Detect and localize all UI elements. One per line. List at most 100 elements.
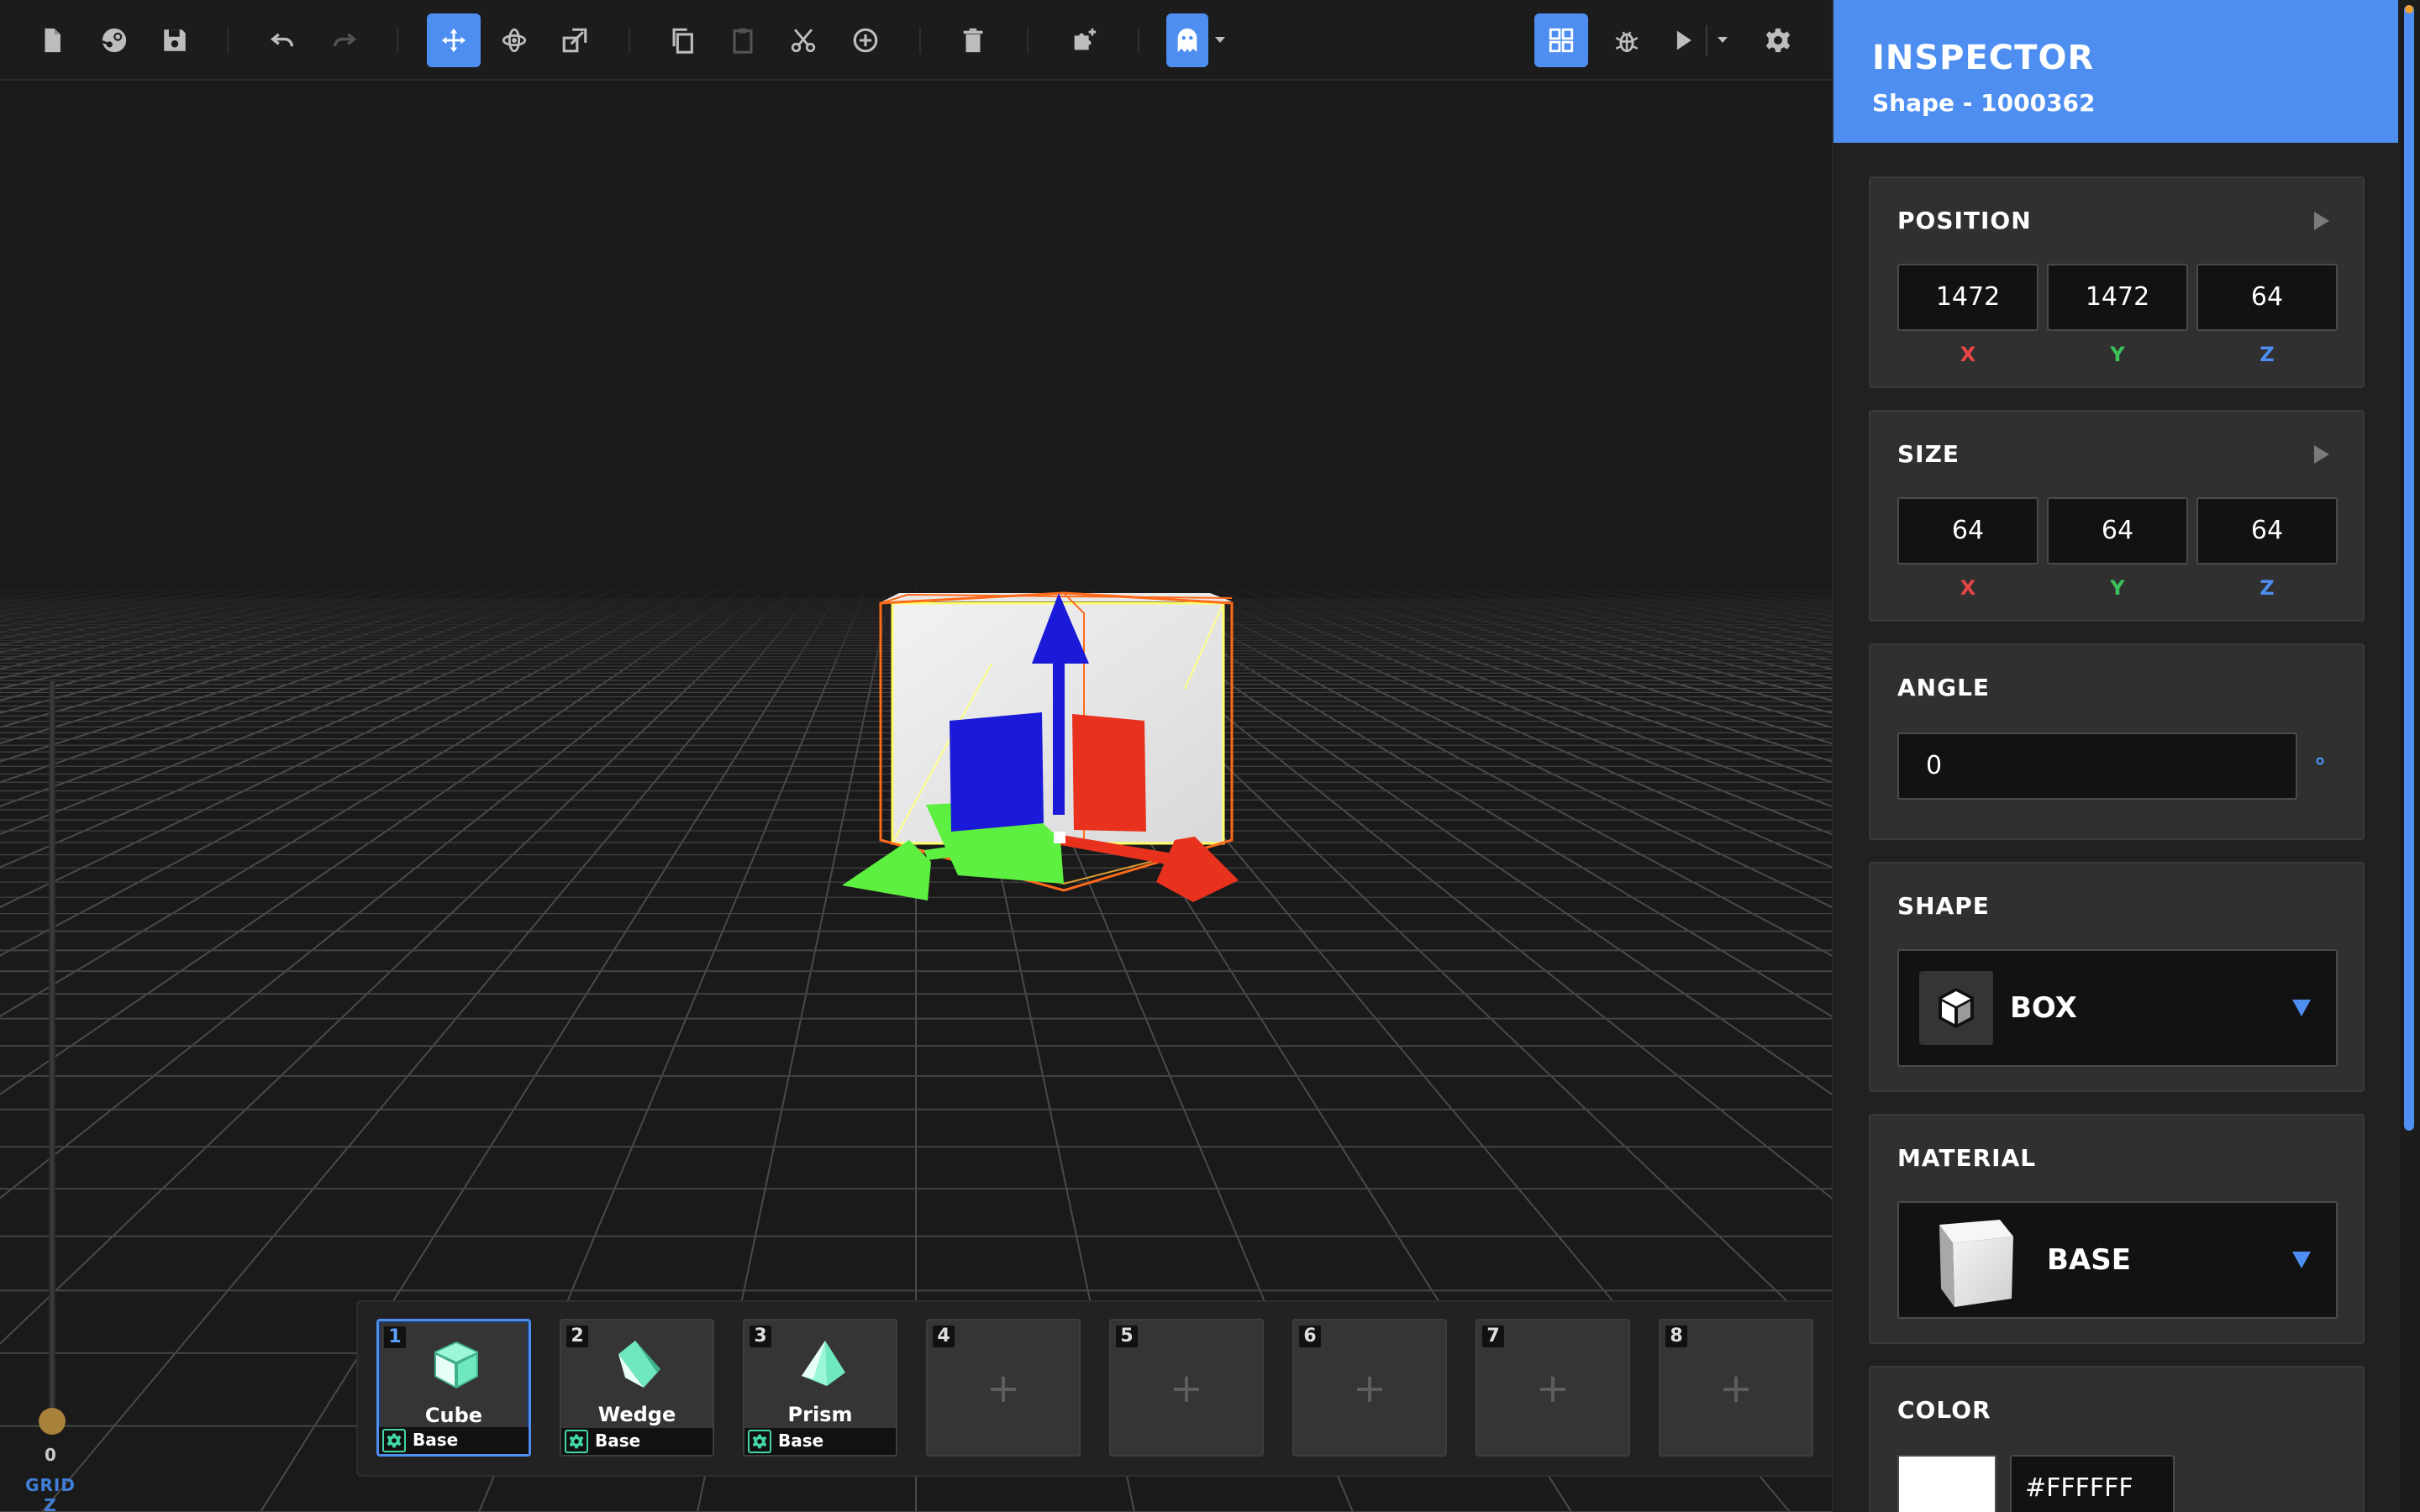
color-panel: COLOR #FFFFFF bbox=[1869, 1366, 2365, 1512]
shape-dropdown[interactable]: BOX bbox=[1897, 949, 2338, 1067]
angle-input[interactable]: 0 bbox=[1897, 732, 2297, 800]
gizmo-center[interactable] bbox=[1054, 832, 1065, 843]
scale-tool-button[interactable] bbox=[548, 13, 602, 67]
position-x-input[interactable]: 1472 bbox=[1897, 264, 2039, 331]
gizmo-axis-z-shaft[interactable] bbox=[1053, 655, 1065, 815]
hotbar-slot-empty[interactable]: 7 + bbox=[1476, 1319, 1630, 1457]
inspector-scrollbar[interactable] bbox=[2400, 0, 2420, 1512]
hotbar-slot-wedge[interactable]: 2 Wedge Base bbox=[560, 1319, 714, 1457]
slot-settings-icon[interactable] bbox=[748, 1430, 771, 1453]
scene-canvas[interactable] bbox=[0, 81, 1832, 1512]
gizmo-plane-yz[interactable] bbox=[950, 712, 1044, 832]
debug-button[interactable] bbox=[1600, 13, 1654, 67]
material-dropdown[interactable]: BASE bbox=[1897, 1201, 2338, 1319]
play-icon bbox=[1676, 30, 1691, 50]
position-expand-icon[interactable] bbox=[2314, 212, 2329, 230]
bug-icon bbox=[1615, 31, 1639, 53]
position-panel: POSITION 1472 1472 64 X Y Z bbox=[1869, 176, 2365, 388]
grid-view-button[interactable] bbox=[1534, 13, 1588, 67]
move-tool-button[interactable] bbox=[427, 13, 481, 67]
grid-view-icon bbox=[1549, 28, 1574, 53]
inspector-subtitle: Shape - 1000362 bbox=[1872, 89, 2096, 117]
hotbar-slot-empty[interactable]: 6 + bbox=[1292, 1319, 1447, 1457]
caret-down-icon bbox=[1718, 37, 1728, 43]
shape-title: SHAPE bbox=[1897, 892, 1990, 920]
undo-button[interactable] bbox=[255, 13, 309, 67]
3d-viewport[interactable]: 0 GRID Z bbox=[0, 81, 1832, 1512]
gizmo-axis-y-arrow[interactable] bbox=[842, 840, 931, 900]
inspector-header: INSPECTOR Shape - 1000362 bbox=[1833, 0, 2398, 143]
add-plugin-button[interactable] bbox=[1057, 13, 1111, 67]
material-dropdown-caret-icon bbox=[2292, 1252, 2311, 1268]
hotbar-slot-material: Base bbox=[778, 1431, 824, 1451]
hotbar-slot-empty[interactable]: 8 + bbox=[1659, 1319, 1813, 1457]
cut-button[interactable] bbox=[776, 13, 830, 67]
ghost-mode-button[interactable] bbox=[1166, 13, 1208, 67]
hotbar-slot-empty[interactable]: 5 + bbox=[1109, 1319, 1264, 1457]
add-circle-button[interactable] bbox=[839, 13, 892, 67]
copy-button[interactable] bbox=[655, 13, 709, 67]
hotbar-slot-prism[interactable]: 3 Prism Base bbox=[743, 1319, 897, 1457]
gizmo-axis-x-arrow[interactable] bbox=[1156, 837, 1239, 902]
size-y-label: Y bbox=[2110, 576, 2125, 600]
inspector-scrollbar-thumb[interactable] bbox=[2404, 5, 2414, 1131]
paste-icon bbox=[733, 28, 753, 54]
grid-z-value: 0 bbox=[45, 1445, 56, 1465]
save-button[interactable] bbox=[148, 13, 202, 67]
size-z-label: Z bbox=[2260, 576, 2275, 600]
hotbar-slot-cube[interactable]: 1 Cube Base bbox=[376, 1319, 531, 1457]
copy-icon bbox=[672, 28, 693, 54]
ghost-icon bbox=[1177, 28, 1197, 53]
grid-z-track[interactable] bbox=[49, 679, 55, 1426]
puzzle-add-icon bbox=[1074, 28, 1097, 50]
position-y-input[interactable]: 1472 bbox=[2047, 264, 2188, 331]
rotate-tool-button[interactable] bbox=[487, 13, 541, 67]
position-z-label: Z bbox=[2260, 343, 2275, 366]
material-cube-preview-icon bbox=[1939, 1220, 2013, 1307]
inspector-panel: INSPECTOR Shape - 1000362 POSITION 1472 … bbox=[1832, 0, 2420, 1512]
size-y-input[interactable]: 64 bbox=[2047, 497, 2188, 564]
inspector-title: INSPECTOR bbox=[1872, 39, 2095, 77]
color-hex-input[interactable]: #FFFFFF bbox=[2010, 1455, 2175, 1512]
hotbar-slot-footer: Base bbox=[379, 1427, 529, 1454]
steam-icon bbox=[102, 28, 127, 53]
material-title: MATERIAL bbox=[1897, 1144, 2037, 1172]
gear-icon bbox=[1765, 28, 1791, 53]
delete-button[interactable] bbox=[946, 13, 1000, 67]
slot-settings-icon[interactable] bbox=[565, 1430, 588, 1453]
grid-z-knob[interactable] bbox=[39, 1408, 66, 1435]
hotbar-slot-empty[interactable]: 4 + bbox=[926, 1319, 1081, 1457]
box-icon bbox=[1939, 988, 1974, 1028]
shape-panel: SHAPE BOX bbox=[1869, 862, 2365, 1092]
grid-z-slider[interactable] bbox=[39, 679, 66, 1435]
redo-button[interactable] bbox=[318, 13, 371, 67]
shape-hotbar: 1CubeBase2WedgeBase3PrismBase4+5+6+7+8+9… bbox=[356, 1300, 1832, 1477]
size-expand-icon[interactable] bbox=[2314, 445, 2329, 464]
size-x-input[interactable]: 64 bbox=[1897, 497, 2039, 564]
ghost-mode-dropdown[interactable] bbox=[1212, 32, 1228, 49]
material-value: BASE bbox=[2047, 1243, 2131, 1277]
inspector-scroll-indicator bbox=[2405, 5, 2413, 13]
slot-settings-icon[interactable] bbox=[382, 1429, 406, 1452]
toolbar-separator bbox=[227, 27, 229, 54]
play-dropdown[interactable] bbox=[1714, 32, 1731, 49]
toolbar-separator bbox=[629, 27, 630, 54]
scale-tool-icon bbox=[562, 28, 587, 53]
play-button[interactable] bbox=[1662, 13, 1704, 67]
hotbar-slot-number: 7 bbox=[1482, 1326, 1504, 1347]
angle-title: ANGLE bbox=[1897, 674, 1991, 701]
hotbar-slot-number: 6 bbox=[1299, 1326, 1321, 1347]
steam-button[interactable] bbox=[87, 13, 141, 67]
position-z-input[interactable]: 64 bbox=[2196, 264, 2338, 331]
gizmo-plane-xz[interactable] bbox=[1072, 714, 1146, 832]
new-file-icon bbox=[45, 28, 60, 53]
color-swatch[interactable] bbox=[1897, 1455, 1996, 1512]
size-z-input[interactable]: 64 bbox=[2196, 497, 2338, 564]
save-icon bbox=[164, 29, 186, 51]
add-slot-icon: + bbox=[1352, 1365, 1387, 1412]
new-file-button[interactable] bbox=[25, 13, 79, 67]
toolbar-separator bbox=[919, 27, 921, 54]
settings-button[interactable] bbox=[1751, 13, 1805, 67]
hotbar-slot-number: 4 bbox=[933, 1326, 955, 1347]
paste-button[interactable] bbox=[716, 13, 770, 67]
